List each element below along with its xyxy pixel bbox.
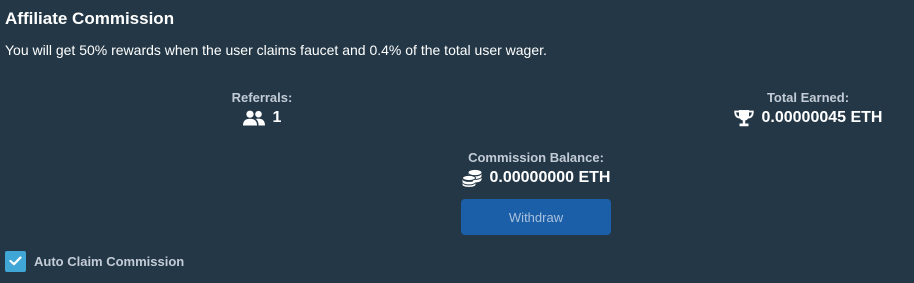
auto-claim-toggle[interactable]: Auto Claim Commission xyxy=(5,251,184,272)
trophy-icon xyxy=(733,109,754,127)
referrals-value-row: 1 xyxy=(212,109,312,127)
commission-balance-amount: 0.00000000 ETH xyxy=(489,169,611,186)
auto-claim-checkbox[interactable] xyxy=(5,251,26,272)
withdraw-button[interactable]: Withdraw xyxy=(461,199,611,235)
users-icon xyxy=(242,110,265,126)
commission-balance-label: Commission Balance: xyxy=(468,150,604,165)
referrals-label: Referrals: xyxy=(231,90,293,105)
affiliate-commission-panel: Affiliate Commission You will get 50% re… xyxy=(0,0,914,283)
total-earned-amount: 0.00000045 ETH xyxy=(761,109,883,126)
total-earned-stat: Total Earned: 0.00000045 ETH xyxy=(718,90,898,127)
section-description: You will get 50% rewards when the user c… xyxy=(5,42,547,58)
total-earned-value-row: 0.00000045 ETH xyxy=(718,109,898,127)
referrals-stat: Referrals: 1 xyxy=(212,90,312,127)
commission-balance-value-row: 0.00000000 ETH xyxy=(436,169,636,187)
auto-claim-label: Auto Claim Commission xyxy=(34,254,185,269)
referrals-count: 1 xyxy=(272,109,282,126)
section-title: Affiliate Commission xyxy=(5,9,175,28)
commission-balance-stat: Commission Balance: 0.00000000 ETH xyxy=(436,150,636,187)
checkmark-icon xyxy=(9,253,22,271)
total-earned-label: Total Earned: xyxy=(766,90,850,105)
coins-icon xyxy=(461,169,482,187)
